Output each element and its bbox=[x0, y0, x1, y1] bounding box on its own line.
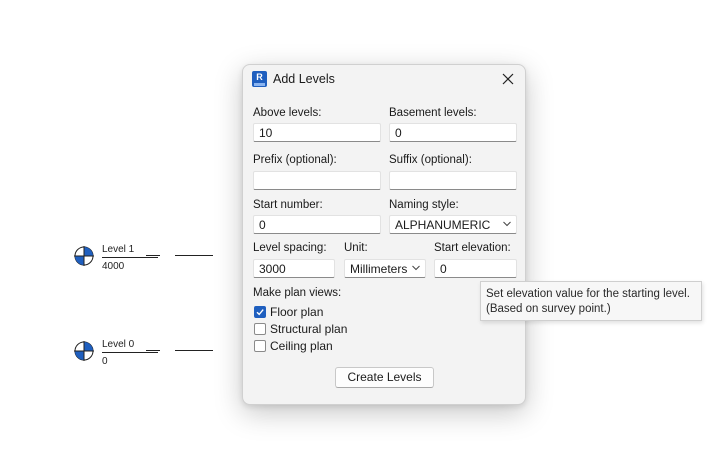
start-number-input[interactable]: 0 bbox=[253, 215, 381, 234]
level-head-icon bbox=[74, 341, 94, 361]
suffix-label: Suffix (optional): bbox=[389, 154, 472, 166]
chevron-down-icon bbox=[412, 265, 420, 271]
level-elevation: 4000 bbox=[102, 261, 125, 272]
above-levels-input[interactable]: 10 bbox=[253, 123, 381, 142]
level-spacing-value: 3000 bbox=[259, 262, 286, 276]
level-spacing-input[interactable]: 3000 bbox=[253, 259, 335, 278]
prefix-input[interactable] bbox=[253, 171, 381, 190]
level-line-dash bbox=[146, 255, 160, 256]
level-marker-level-0[interactable]: Level 0 0 bbox=[74, 339, 224, 369]
naming-style-value: ALPHANUMERIC bbox=[395, 218, 491, 232]
level-elevation: 0 bbox=[102, 356, 108, 367]
floor-plan-checkbox[interactable] bbox=[254, 306, 266, 318]
add-levels-dialog: R Add Levels Above levels: 10 Basement l… bbox=[242, 64, 526, 405]
checkmark-icon bbox=[256, 309, 264, 316]
basement-levels-value: 0 bbox=[395, 126, 402, 140]
start-elevation-label: Start elevation: bbox=[434, 242, 511, 254]
floor-plan-label[interactable]: Floor plan bbox=[270, 305, 323, 319]
dialog-titlebar[interactable]: R Add Levels bbox=[243, 65, 525, 95]
close-button[interactable] bbox=[495, 67, 521, 91]
above-levels-label: Above levels: bbox=[253, 107, 322, 119]
start-elevation-input[interactable]: 0 bbox=[434, 259, 517, 278]
level-name-underline bbox=[102, 257, 158, 258]
tooltip-line-1: Set elevation value for the starting lev… bbox=[486, 288, 690, 300]
naming-style-label: Naming style: bbox=[389, 199, 459, 211]
chevron-down-icon bbox=[503, 221, 511, 227]
naming-style-select[interactable]: ALPHANUMERIC bbox=[389, 215, 517, 234]
unit-value: Millimeters bbox=[350, 262, 408, 276]
structural-plan-checkbox[interactable] bbox=[254, 323, 266, 335]
create-levels-button[interactable]: Create Levels bbox=[335, 367, 434, 388]
start-elevation-tooltip: Set elevation value for the starting lev… bbox=[480, 281, 702, 321]
close-icon bbox=[502, 73, 514, 85]
level-line-dash bbox=[146, 350, 160, 351]
ceiling-plan-label[interactable]: Ceiling plan bbox=[270, 339, 333, 353]
ceiling-plan-checkbox[interactable] bbox=[254, 340, 266, 352]
basement-levels-label: Basement levels: bbox=[389, 107, 477, 119]
level-head-icon bbox=[74, 246, 94, 266]
level-name-underline bbox=[102, 352, 158, 353]
level-marker-level-1[interactable]: Level 1 4000 bbox=[74, 244, 224, 274]
level-name: Level 1 bbox=[102, 244, 135, 255]
prefix-label: Prefix (optional): bbox=[253, 154, 337, 166]
unit-select[interactable]: Millimeters bbox=[344, 259, 426, 278]
above-levels-value: 10 bbox=[259, 126, 273, 140]
level-line-dash bbox=[175, 350, 213, 351]
level-name: Level 0 bbox=[102, 339, 135, 350]
app-icon-stripe bbox=[254, 83, 265, 86]
start-elevation-value: 0 bbox=[440, 262, 447, 276]
unit-label: Unit: bbox=[344, 242, 368, 254]
level-line-dash bbox=[175, 255, 213, 256]
start-number-value: 0 bbox=[259, 218, 266, 232]
level-spacing-label: Level spacing: bbox=[253, 242, 327, 254]
plan-views-label: Make plan views: bbox=[253, 287, 342, 299]
structural-plan-label[interactable]: Structural plan bbox=[270, 322, 347, 336]
suffix-input[interactable] bbox=[389, 171, 517, 190]
tooltip-line-2: (Based on survey point.) bbox=[486, 303, 611, 315]
app-icon-letter: R bbox=[256, 72, 263, 82]
dialog-title: Add Levels bbox=[273, 72, 335, 86]
basement-levels-input[interactable]: 0 bbox=[389, 123, 517, 142]
revit-app-icon: R bbox=[252, 71, 267, 87]
start-number-label: Start number: bbox=[253, 199, 323, 211]
